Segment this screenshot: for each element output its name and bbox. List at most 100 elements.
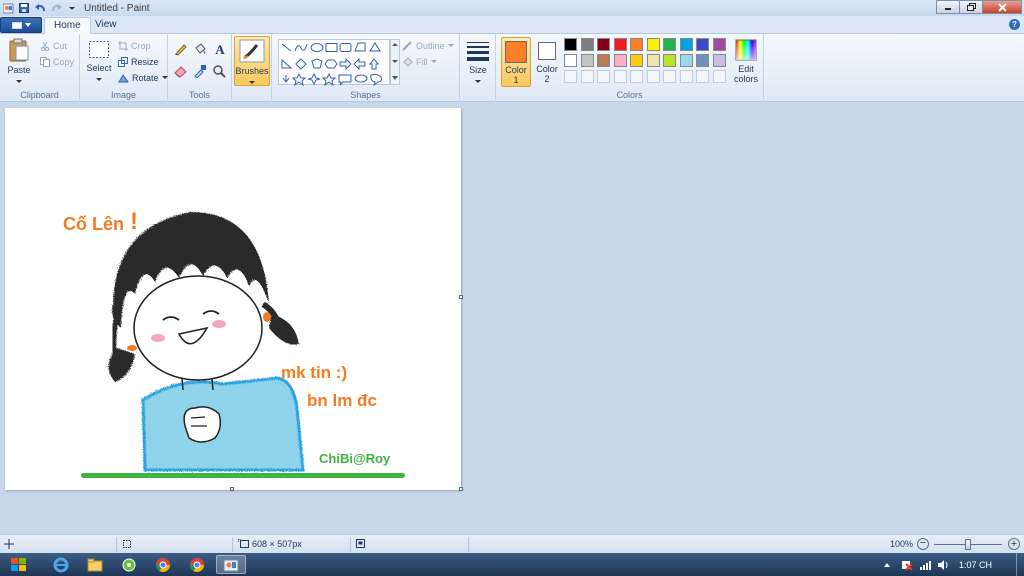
shapes-scroll[interactable] (390, 39, 400, 85)
color2-button[interactable]: Color 2 (534, 37, 560, 87)
internet-explorer-icon (53, 557, 69, 572)
cut-button[interactable]: Cut (40, 41, 67, 51)
redo-icon[interactable] (50, 2, 62, 14)
zoom-out-button[interactable]: − (917, 538, 929, 550)
color1-button[interactable]: Color 1 (501, 37, 531, 87)
palette-color-swatch[interactable] (630, 54, 643, 67)
palette-color-swatch[interactable] (580, 54, 594, 67)
palette-color-swatch[interactable] (663, 38, 676, 51)
windows-logo-icon (11, 557, 26, 571)
pencil-tool[interactable] (174, 42, 190, 58)
palette-custom-slot[interactable] (580, 70, 594, 83)
palette-color-swatch[interactable] (696, 54, 709, 67)
color2-swatch (538, 42, 556, 60)
palette-custom-slot[interactable] (613, 70, 627, 83)
fill-button[interactable]: Fill (402, 57, 437, 67)
palette-color-swatch[interactable] (712, 54, 726, 67)
rotate-button[interactable]: Rotate (118, 73, 168, 83)
chevron-down-icon (24, 23, 31, 27)
paint-app-icon[interactable] (2, 2, 14, 14)
taskbar-explorer[interactable] (80, 555, 110, 574)
select-button[interactable]: Select (84, 40, 114, 85)
canvas-resize-handle-bottom[interactable] (230, 487, 234, 491)
resize-button[interactable]: Resize (118, 57, 159, 67)
palette-color-swatch[interactable] (564, 38, 577, 51)
palette-custom-slot[interactable] (663, 70, 676, 83)
close-button[interactable] (982, 0, 1022, 14)
color-picker-tool[interactable] (193, 64, 209, 80)
canvas-resize-handle-right[interactable] (459, 295, 463, 299)
palette-color-swatch[interactable] (630, 38, 643, 51)
palette-custom-slot[interactable] (696, 70, 709, 83)
palette-color-swatch[interactable] (712, 38, 726, 51)
palette-color-swatch[interactable] (597, 54, 610, 67)
volume-icon[interactable] (937, 559, 949, 571)
palette-custom-slot[interactable] (630, 70, 643, 83)
palette-color-swatch[interactable] (663, 54, 676, 67)
save-icon[interactable] (18, 2, 30, 14)
palette-color-swatch[interactable] (580, 38, 594, 51)
brushes-button[interactable]: Brushes (234, 36, 270, 86)
eraser-tool[interactable] (174, 64, 190, 80)
rotate-icon (118, 74, 129, 83)
palette-color-swatch[interactable] (613, 38, 627, 51)
taskbar-app-green[interactable] (114, 555, 144, 574)
zoom-slider-thumb[interactable] (965, 539, 971, 550)
palette-color-swatch[interactable] (646, 54, 660, 67)
tools-group-label: Tools (188, 90, 210, 100)
eyedropper-icon (194, 65, 206, 79)
palette-color-swatch[interactable] (613, 54, 627, 67)
canvas-workspace[interactable]: Cố Lên ! mk tin :) bn lm đc ChiBi@Roy (0, 103, 1024, 534)
palette-color-swatch[interactable] (597, 38, 610, 51)
color1-swatch (505, 41, 527, 63)
taskbar-paint[interactable] (216, 555, 246, 574)
chibi-drawing: Cố Lên ! mk tin :) bn lm đc ChiBi@Roy (63, 208, 405, 478)
magnifier-tool[interactable] (212, 64, 228, 80)
start-button[interactable] (4, 555, 34, 574)
fill-tool[interactable] (193, 42, 209, 58)
paint-menu-button[interactable] (0, 17, 42, 33)
copy-button[interactable]: Copy (40, 57, 74, 67)
show-desktop-button[interactable] (1016, 553, 1024, 576)
palette-color-swatch[interactable] (679, 38, 693, 51)
canvas-size-icon (238, 539, 249, 548)
text-tool[interactable]: A (212, 42, 228, 58)
taskbar-chrome-2[interactable] (182, 555, 212, 574)
palette-color-swatch[interactable] (696, 38, 709, 51)
image-group-label: Image (110, 90, 136, 100)
restore-button[interactable] (959, 0, 983, 14)
clock[interactable]: 1:07 CH (959, 560, 992, 570)
action-center-icon[interactable] (901, 559, 913, 571)
shapes-gallery[interactable] (278, 39, 390, 87)
paste-button[interactable]: Paste (4, 38, 34, 88)
palette-custom-slot[interactable] (597, 70, 610, 83)
palette-custom-slot[interactable] (679, 70, 693, 83)
taskbar-chrome[interactable] (148, 555, 178, 574)
palette-custom-slot[interactable] (564, 70, 577, 83)
palette-color-swatch[interactable] (564, 54, 577, 67)
crop-label: Crop (131, 41, 151, 51)
tab-home[interactable]: Home (44, 17, 91, 35)
undo-icon[interactable] (34, 2, 46, 14)
network-icon[interactable] (919, 559, 931, 571)
canvas-resize-handle-corner[interactable] (459, 487, 463, 491)
palette-color-swatch[interactable] (646, 38, 660, 51)
zoom-in-button[interactable]: + (1008, 538, 1020, 550)
taskbar-ie[interactable] (46, 555, 76, 574)
palette-color-swatch[interactable] (679, 54, 693, 67)
minimize-button[interactable] (936, 0, 960, 14)
customize-qat-icon[interactable] (66, 2, 78, 14)
color2-label: Color (536, 64, 558, 74)
show-hidden-icons[interactable] (883, 561, 891, 569)
crop-button[interactable]: Crop (118, 41, 151, 51)
help-icon[interactable]: ? (1009, 19, 1020, 30)
outline-button[interactable]: Outline (402, 41, 454, 51)
fill-icon (403, 57, 413, 67)
palette-custom-slot[interactable] (646, 70, 660, 83)
palette-custom-slot[interactable] (712, 70, 726, 83)
tab-view[interactable]: View (86, 17, 126, 35)
edit-colors-button[interactable]: Edit colors (732, 39, 760, 84)
size-button[interactable]: Size (464, 40, 492, 87)
paste-icon (9, 38, 29, 62)
drawing-canvas[interactable]: Cố Lên ! mk tin :) bn lm đc ChiBi@Roy (5, 108, 461, 490)
